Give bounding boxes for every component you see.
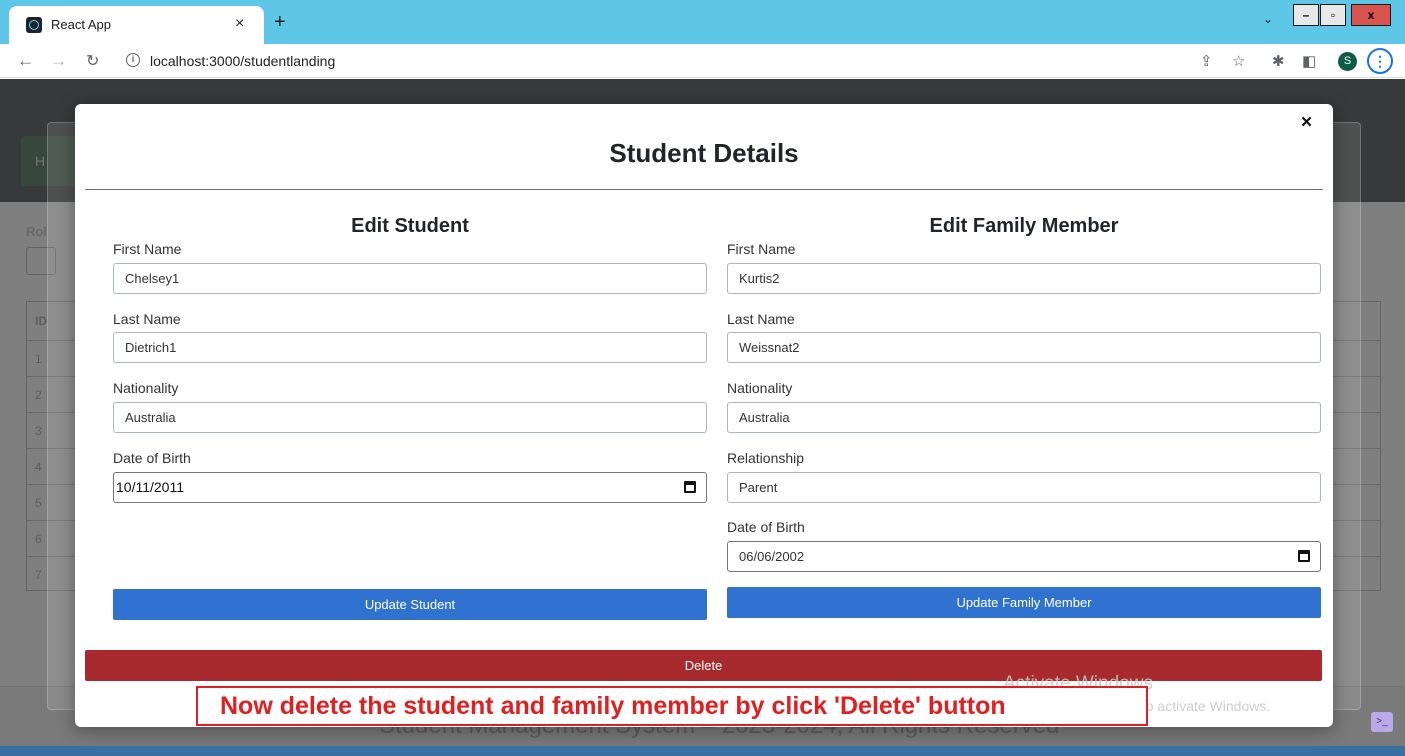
modal-title: Student Details [609, 138, 799, 168]
tab-search-chevron-icon[interactable]: ⌄ [1263, 12, 1273, 26]
family-first-name-input[interactable]: Kurtis2 [727, 263, 1321, 294]
browser-menu-icon[interactable]: ⋮ [1367, 48, 1393, 74]
student-nationality-input[interactable]: Australia [113, 402, 707, 433]
student-first-name-input[interactable]: Chelsey1 [113, 263, 707, 294]
window-restore-button[interactable]: ▫ [1320, 4, 1346, 26]
family-last-name-label: Last Name [727, 311, 795, 327]
student-last-name-input[interactable]: Dietrich1 [113, 332, 707, 363]
student-dob-label: Date of Birth [113, 450, 191, 466]
edit-family-heading: Edit Family Member [929, 215, 1119, 237]
student-dob-input[interactable]: 10/11/2011 [113, 472, 707, 503]
student-last-name-label: Last Name [113, 311, 181, 327]
family-relationship-label: Relationship [727, 450, 805, 466]
update-family-member-button[interactable]: Update Family Member [727, 587, 1321, 618]
family-first-name-label: First Name [727, 241, 796, 257]
student-details-modal: × Student Details Edit Student First Nam… [75, 104, 1333, 727]
window-close-button[interactable]: x [1351, 4, 1391, 26]
windows-taskbar [0, 746, 1405, 756]
instruction-annotation: Now delete the student and family member… [196, 686, 1148, 726]
family-nationality-label: Nationality [727, 380, 793, 396]
browser-tab[interactable]: React App × [9, 6, 264, 44]
window-minimize-button[interactable]: – [1293, 4, 1319, 26]
family-dob-input[interactable]: 06/06/2002 [727, 541, 1321, 572]
extensions-icon[interactable]: ✱ [1272, 52, 1285, 70]
close-icon[interactable]: × [1301, 112, 1312, 134]
family-last-name-input[interactable]: Weissnat2 [727, 332, 1321, 363]
terminal-tray-icon[interactable]: >_ [1371, 712, 1393, 732]
side-panel-icon[interactable]: ◧ [1302, 52, 1316, 70]
calendar-icon[interactable] [1298, 550, 1310, 562]
browser-tab-bar: React App × + ⌄ – ▫ x [0, 0, 1405, 44]
forward-arrow-icon[interactable]: → [50, 51, 67, 71]
profile-avatar[interactable]: S [1338, 52, 1357, 71]
family-relationship-input[interactable]: Parent [727, 472, 1321, 503]
edit-student-heading: Edit Student [351, 215, 469, 237]
tab-close-icon[interactable]: × [235, 15, 244, 33]
student-nationality-label: Nationality [113, 380, 179, 396]
divider [85, 189, 1323, 190]
student-first-name-label: First Name [113, 241, 182, 257]
family-dob-label: Date of Birth [727, 519, 805, 535]
student-dob-value: 10/11/2011 [116, 479, 184, 495]
browser-address-bar: ← → ↻ i localhost:3000/studentlanding ⇪ … [0, 44, 1405, 78]
back-arrow-icon[interactable]: ← [17, 51, 34, 71]
react-logo-icon [26, 17, 42, 33]
tab-title: React App [51, 17, 111, 32]
info-icon[interactable]: i [126, 53, 140, 67]
update-student-button[interactable]: Update Student [113, 589, 707, 620]
calendar-icon[interactable] [684, 481, 696, 493]
share-icon[interactable]: ⇪ [1200, 52, 1213, 70]
new-tab-button[interactable]: + [274, 12, 286, 32]
reload-icon[interactable]: ↻ [86, 51, 99, 71]
bookmark-star-icon[interactable]: ☆ [1232, 52, 1245, 70]
family-nationality-input[interactable]: Australia [727, 402, 1321, 433]
url-field[interactable]: localhost:3000/studentlanding [150, 53, 335, 69]
family-dob-value: 06/06/2002 [739, 549, 805, 564]
